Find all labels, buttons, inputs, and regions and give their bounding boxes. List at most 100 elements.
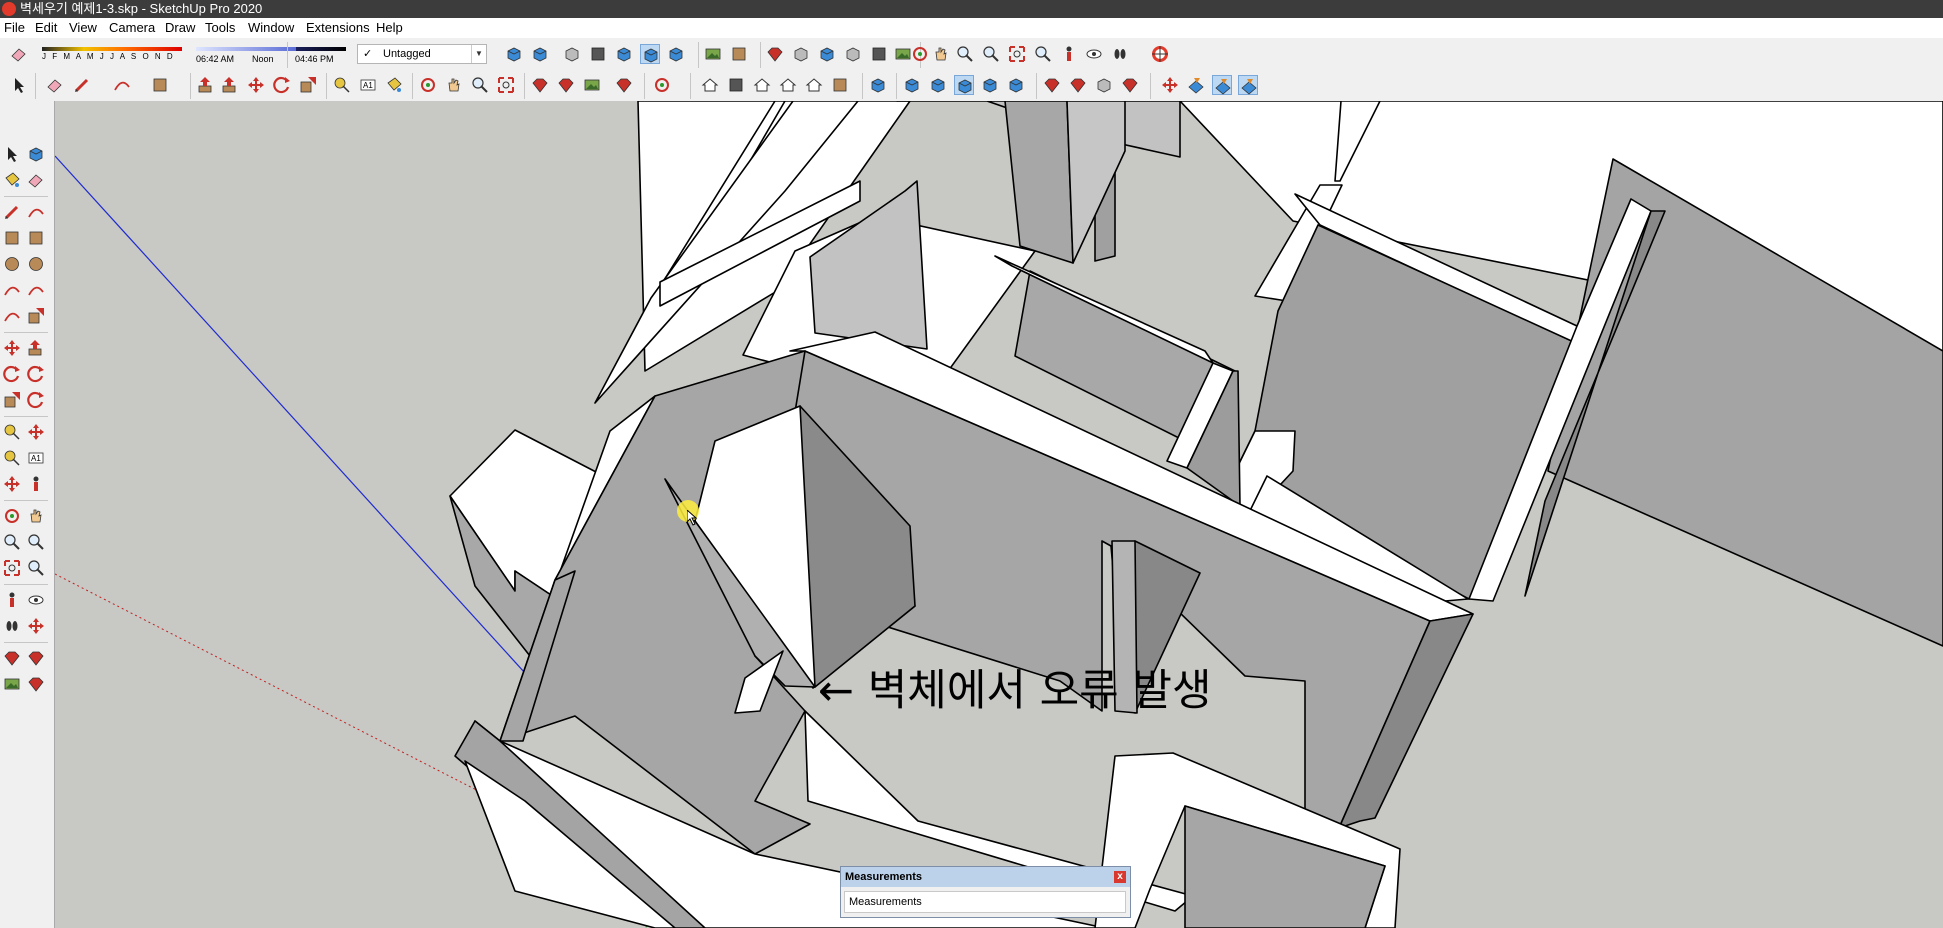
orbit-icon[interactable] bbox=[910, 44, 930, 64]
eraser-icon[interactable] bbox=[26, 170, 46, 190]
geo-location-icon[interactable] bbox=[1150, 44, 1170, 64]
circle-icon[interactable] bbox=[2, 254, 22, 274]
date-slider-track[interactable] bbox=[42, 47, 182, 51]
measurements-panel[interactable]: Measurements x Measurements bbox=[840, 866, 1131, 918]
follow-me-icon[interactable] bbox=[26, 364, 46, 384]
edge-style-icon[interactable] bbox=[1094, 75, 1114, 95]
zoom-window-icon[interactable] bbox=[26, 532, 46, 552]
rotate-icon[interactable] bbox=[2, 364, 22, 384]
extension-manager-icon[interactable] bbox=[26, 674, 46, 694]
zoom-extents-icon[interactable] bbox=[496, 75, 516, 95]
zoom-extents-icon[interactable] bbox=[1007, 44, 1027, 64]
pie-icon[interactable] bbox=[26, 280, 46, 300]
paint-bucket-icon[interactable] bbox=[384, 75, 404, 95]
protractor-icon[interactable] bbox=[2, 448, 22, 468]
style-wireframe-icon[interactable] bbox=[954, 75, 974, 95]
face-style-icon[interactable] bbox=[1120, 75, 1140, 95]
shadows-icon[interactable] bbox=[1042, 75, 1062, 95]
drawing-viewport[interactable]: ← 벽체에서 오류 발생 bbox=[55, 101, 1943, 928]
3d-warehouse-icon[interactable] bbox=[2, 648, 22, 668]
orbit-icon[interactable] bbox=[2, 506, 22, 526]
right-view-icon[interactable] bbox=[614, 44, 634, 64]
shaded-icon[interactable] bbox=[869, 44, 889, 64]
front-view-icon[interactable] bbox=[504, 44, 524, 64]
axes-icon[interactable] bbox=[2, 474, 22, 494]
polygon-icon[interactable] bbox=[26, 254, 46, 274]
style-xray-icon[interactable] bbox=[902, 75, 922, 95]
account-icon[interactable] bbox=[652, 75, 672, 95]
bottom-view-icon[interactable] bbox=[666, 44, 686, 64]
time-slider-track-evening[interactable] bbox=[296, 47, 346, 51]
line-icon[interactable] bbox=[2, 202, 22, 222]
move-icon[interactable] bbox=[2, 338, 22, 358]
send-to-layout-icon[interactable] bbox=[582, 75, 602, 95]
3d-text-icon[interactable] bbox=[26, 474, 46, 494]
house-icon[interactable] bbox=[752, 75, 772, 95]
extension-warehouse-icon[interactable] bbox=[556, 75, 576, 95]
menu-file[interactable]: File bbox=[4, 18, 25, 38]
select-icon[interactable] bbox=[9, 75, 29, 95]
two-point-arc-icon[interactable] bbox=[2, 306, 22, 326]
menu-help[interactable]: Help bbox=[376, 18, 403, 38]
menu-tools[interactable]: Tools bbox=[205, 18, 235, 38]
position-camera-icon[interactable] bbox=[1059, 44, 1079, 64]
three-point-arc-icon[interactable] bbox=[26, 306, 46, 326]
walk-icon[interactable] bbox=[2, 616, 22, 636]
rotate-icon[interactable] bbox=[272, 75, 292, 95]
section-plane-icon[interactable] bbox=[1186, 75, 1206, 95]
arc-tool-icon[interactable] bbox=[112, 75, 132, 95]
walk-icon[interactable] bbox=[1110, 44, 1130, 64]
look-around-icon[interactable] bbox=[26, 590, 46, 610]
rectangle-icon[interactable] bbox=[2, 228, 22, 248]
top-view-icon[interactable] bbox=[588, 44, 608, 64]
measurements-input[interactable]: Measurements bbox=[844, 891, 1126, 913]
3d-warehouse-icon[interactable] bbox=[530, 75, 550, 95]
hidden-line-icon[interactable] bbox=[843, 44, 863, 64]
section-cuts-icon[interactable] bbox=[1238, 75, 1258, 95]
ruby-console-icon[interactable] bbox=[614, 75, 634, 95]
zoom-window-icon[interactable] bbox=[981, 44, 1001, 64]
tape-measure-icon[interactable] bbox=[2, 422, 22, 442]
move-icon[interactable] bbox=[246, 75, 266, 95]
menu-camera[interactable]: Camera bbox=[109, 18, 155, 38]
menu-draw[interactable]: Draw bbox=[165, 18, 195, 38]
pan-icon[interactable] bbox=[26, 506, 46, 526]
eraser-icon[interactable] bbox=[9, 44, 29, 64]
fog-icon[interactable] bbox=[1068, 75, 1088, 95]
extension-warehouse-icon[interactable] bbox=[26, 648, 46, 668]
offset-icon[interactable] bbox=[26, 390, 46, 410]
text-icon[interactable]: A1 bbox=[358, 75, 378, 95]
warehouse-house-icon[interactable] bbox=[700, 75, 720, 95]
pan-icon[interactable] bbox=[444, 75, 464, 95]
window-icon[interactable] bbox=[830, 75, 850, 95]
home-icon[interactable] bbox=[804, 75, 824, 95]
xray-icon[interactable] bbox=[765, 44, 785, 64]
menu-window[interactable]: Window bbox=[248, 18, 294, 38]
zoom-icon[interactable] bbox=[2, 532, 22, 552]
freehand-icon[interactable] bbox=[26, 202, 46, 222]
axes-icon[interactable] bbox=[1160, 75, 1180, 95]
style-backedges-icon[interactable] bbox=[928, 75, 948, 95]
follow-me-icon[interactable] bbox=[220, 75, 240, 95]
zoom-icon[interactable] bbox=[955, 44, 975, 64]
previous-view-icon[interactable] bbox=[1033, 44, 1053, 64]
dimension-icon[interactable] bbox=[26, 422, 46, 442]
look-around-icon[interactable] bbox=[1084, 44, 1104, 64]
menu-extensions[interactable]: Extensions bbox=[306, 18, 370, 38]
paint-bucket-icon[interactable] bbox=[2, 170, 22, 190]
scale-icon[interactable] bbox=[298, 75, 318, 95]
back-view-icon[interactable] bbox=[530, 44, 550, 64]
style-shaded-icon[interactable] bbox=[1006, 75, 1026, 95]
tag-dropdown[interactable]: ✓ Untagged ▼ bbox=[357, 44, 487, 64]
select-icon[interactable] bbox=[2, 144, 22, 164]
make-component-icon[interactable] bbox=[26, 144, 46, 164]
zoom-icon[interactable] bbox=[470, 75, 490, 95]
close-icon[interactable]: x bbox=[1114, 871, 1126, 883]
wall-icon[interactable] bbox=[726, 75, 746, 95]
back-edges-icon[interactable] bbox=[791, 44, 811, 64]
scale-icon[interactable] bbox=[2, 390, 22, 410]
section-plane-icon[interactable] bbox=[26, 616, 46, 636]
sandbox-from-contours-icon[interactable] bbox=[703, 44, 723, 64]
shadow-settings[interactable]: J F M A M J J A S O N D 06:42 AM Noon 04… bbox=[30, 41, 355, 70]
wireframe-icon[interactable] bbox=[817, 44, 837, 64]
